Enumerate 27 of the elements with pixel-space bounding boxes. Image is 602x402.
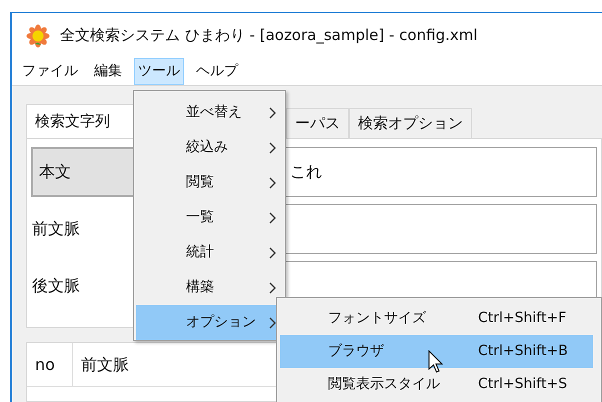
menu-item[interactable]: 統計 — [136, 235, 283, 270]
menu-item[interactable]: フォントサイズ Ctrl+Shift+F — [280, 302, 593, 335]
chevron-icon — [269, 106, 276, 118]
chevron-icon — [269, 316, 276, 328]
menu-item[interactable]: 一覧 — [136, 200, 283, 235]
chevron-icon — [269, 282, 276, 294]
sunflower-icon — [26, 24, 50, 48]
field-toggle-button[interactable]: 本文 — [31, 147, 135, 197]
chevron-icon — [269, 212, 276, 224]
menu-item[interactable]: ヘルプ — [192, 58, 242, 85]
field-label: 後文脈 — [31, 275, 81, 297]
menu-item[interactable]: ツール — [134, 58, 184, 85]
field-label: 前文脈 — [31, 218, 81, 240]
chevron-icon — [269, 246, 276, 258]
column-header: no — [27, 343, 73, 387]
mouse-pointer-icon — [428, 350, 444, 374]
chevron-icon — [269, 142, 276, 154]
window-title: 全文検索システム ひまわり - [aozora_sample] - config.xml — [60, 25, 478, 46]
tab[interactable]: ーパス — [286, 108, 349, 138]
menu-item[interactable]: 閲覧 — [136, 165, 283, 200]
menu-item[interactable]: 並べ替え — [136, 95, 283, 130]
menu-item[interactable]: ファイル — [18, 58, 82, 85]
chevron-icon — [269, 176, 276, 188]
menu-item[interactable]: ブラウザ Ctrl+Shift+B — [280, 335, 593, 368]
tab[interactable]: 検索オプション — [349, 108, 472, 138]
menu-item[interactable]: 構築 — [136, 270, 283, 305]
menu-item[interactable]: 編集 — [90, 58, 126, 85]
